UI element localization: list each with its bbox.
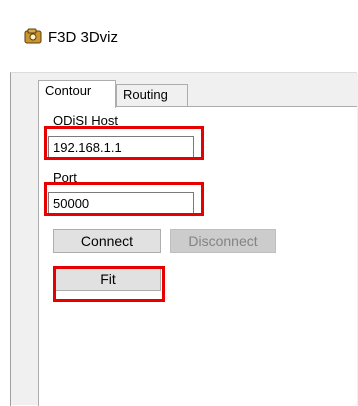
highlight-fit-button [53, 266, 165, 302]
tab-contour[interactable]: Contour [38, 80, 116, 108]
highlight-host-field [44, 126, 204, 160]
tab-contour-label: Contour [45, 83, 92, 98]
tab-routing[interactable]: Routing [116, 84, 188, 106]
disconnect-button[interactable]: Disconnect [170, 229, 276, 253]
window-title: F3D 3Dviz [48, 29, 119, 46]
highlight-port-field [44, 182, 204, 216]
app-icon [24, 28, 42, 44]
title-bar: F3D 3Dviz [0, 0, 358, 72]
connect-button[interactable]: Connect [53, 229, 161, 253]
tab-routing-label: Routing [123, 87, 168, 102]
